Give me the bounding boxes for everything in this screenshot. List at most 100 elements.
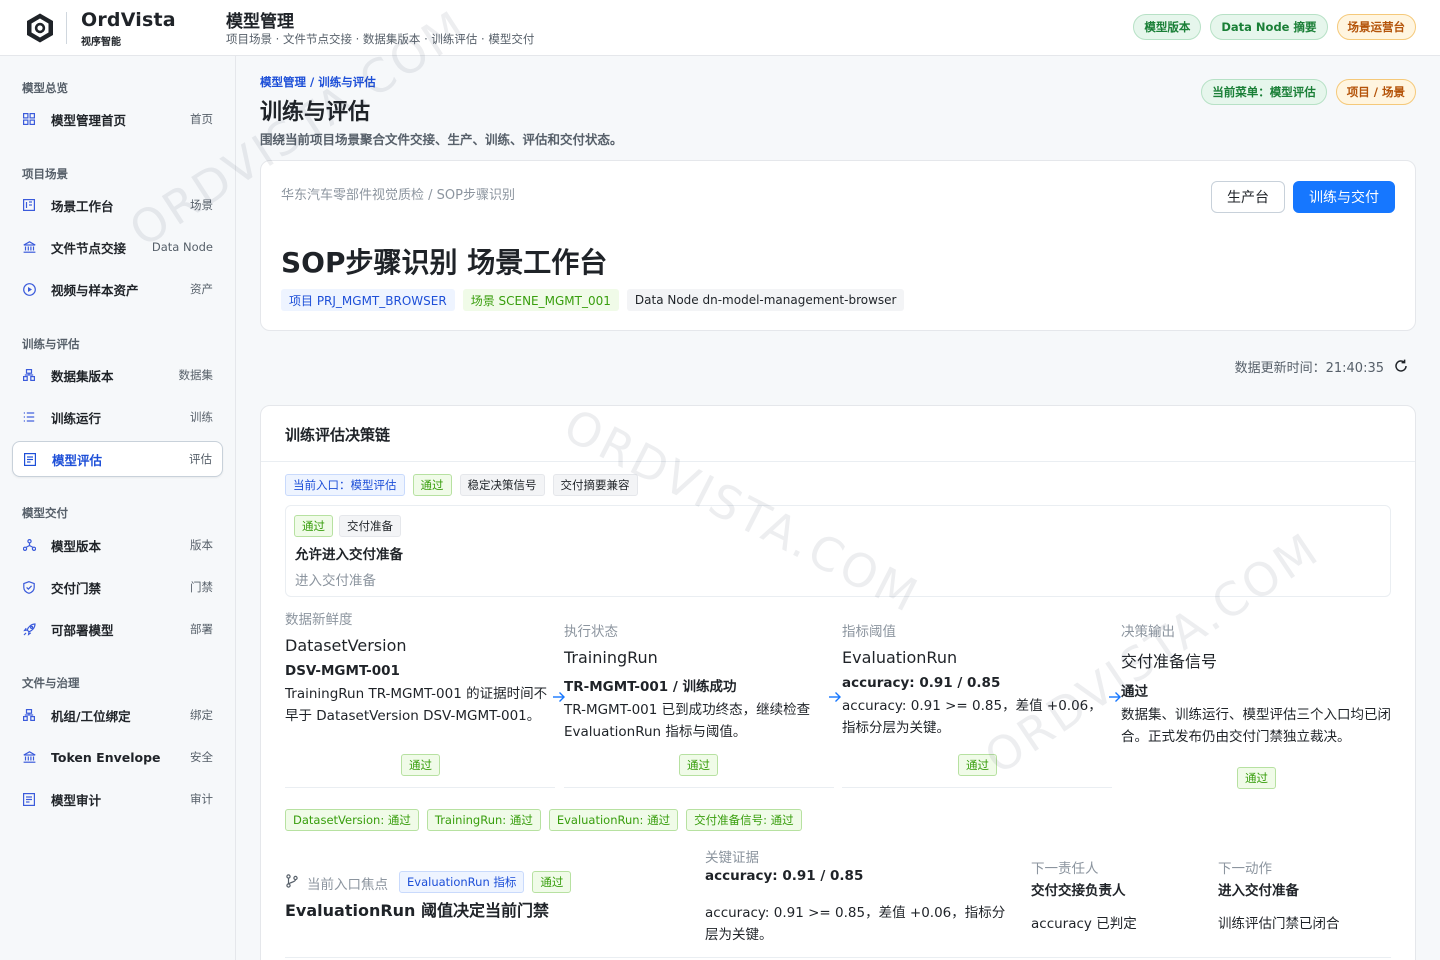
header-pill-group: 当前菜单：模型评估 项目 / 场景 [1201, 79, 1416, 105]
sidebar-item-delivery-gate[interactable]: 交付门禁 门禁 [12, 569, 223, 605]
pill-data-node-summary[interactable]: Data Node 摘要 [1210, 14, 1328, 40]
pill-scene-console[interactable]: 场景运营台 [1336, 14, 1416, 40]
stage-label: 决策输出 [1121, 624, 1175, 640]
stage-name: 交付准备信号 [1121, 652, 1218, 671]
sidebar: 模型总览 模型管理首页 首页 项目场景 场景工作台 场景 文件节点交接 Data… [0, 56, 236, 960]
owner-value: 交付交接负责人 [1031, 883, 1126, 899]
refresh-icon[interactable] [1393, 358, 1409, 374]
status-chip: 通过 [532, 871, 572, 893]
current-menu-pill[interactable]: 当前菜单：模型评估 [1201, 79, 1327, 105]
stage-name: EvaluationRun [842, 648, 958, 667]
sidebar-item-label: 机组/工位绑定 [51, 708, 131, 724]
sidebar-item-label: 模型审计 [51, 792, 102, 808]
scene-tag: 场景 SCENE_MGMT_001 [462, 289, 619, 311]
sidebar-group-label: 项目场景 [22, 167, 68, 181]
train-deliver-button[interactable]: 训练与交付 [1293, 181, 1395, 213]
evidence-value: accuracy: 0.91 / 0.85 [705, 868, 864, 884]
sidebar-item-tag: 数据集 [178, 368, 214, 382]
top-pill-group: 模型版本 Data Node 摘要 场景运营台 [1133, 14, 1416, 40]
compat-chip: 交付摘要兼容 [552, 474, 638, 496]
decision-chain-title: 训练评估决策链 [285, 426, 391, 444]
sidebar-item-model-home[interactable]: 模型管理首页 首页 [12, 101, 223, 137]
sidebar-item-model-audit[interactable]: 模型审计 审计 [12, 781, 223, 817]
station-icon [22, 708, 36, 722]
evaluation-icon [23, 452, 37, 466]
sidebar-item-label: 模型管理首页 [51, 112, 127, 128]
sidebar-item-label: Token Envelope [51, 749, 161, 765]
focus-chip-row: EvaluationRun 指标 通过 [399, 871, 572, 893]
rocket-icon [22, 622, 36, 636]
stage-status-chip: 通过 [401, 754, 440, 776]
workbench-icon [22, 198, 36, 212]
sidebar-item-label: 模型评估 [52, 452, 103, 468]
sidebar-item-tag: 绑定 [190, 708, 213, 722]
owner-label: 下一责任人 [1031, 861, 1099, 877]
sidebar-item-model-version[interactable]: 模型版本 版本 [12, 527, 223, 563]
delivery-prep-chip: 交付准备 [339, 515, 401, 537]
focus-divider [285, 957, 1391, 958]
sidebar-item-video-assets[interactable]: 视频与样本资产 资产 [12, 271, 223, 307]
sidebar-item-label: 视频与样本资产 [51, 282, 139, 298]
stage-delivery-signal: 决策输出 交付准备信号 通过 数据集、训练运行、模型评估三个入口均已闭合。正式发… [1121, 620, 1391, 748]
branch-icon [286, 874, 298, 888]
summary-chip: 交付准备信号: 通过 [686, 809, 802, 831]
sidebar-item-training-run[interactable]: 训练运行 训练 [12, 399, 223, 435]
top-bar: OrdVista 视序智能 模型管理 项目场景 · 文件节点交接 · 数据集版本… [0, 0, 1440, 56]
sidebar-item-label: 文件节点交接 [51, 240, 127, 256]
decision-result-chips: 通过 交付准备 [294, 515, 401, 537]
shield-icon [22, 580, 36, 594]
cluster-icon [22, 538, 36, 552]
logo-icon [27, 13, 53, 43]
scene-card: 华东汽车零部件视觉质检 / SOP步骤识别 SOP步骤识别 场景工作台 生产台 … [260, 160, 1416, 331]
summary-chip: DatasetVersion: 通过 [285, 809, 419, 831]
app-title: 模型管理 [226, 12, 294, 32]
sidebar-item-dataset-version[interactable]: 数据集版本 数据集 [12, 357, 223, 393]
stage-status-chip: 通过 [958, 754, 997, 776]
production-button[interactable]: 生产台 [1211, 181, 1285, 213]
sidebar-group-label: 模型交付 [22, 506, 68, 520]
sidebar-item-file-node-handoff[interactable]: 文件节点交接 Data Node [12, 229, 223, 265]
decision-result-subtitle: 进入交付准备 [295, 573, 376, 589]
app-subtitle: 项目场景 · 文件节点交接 · 数据集版本 · 训练评估 · 模型交付 [226, 32, 535, 46]
bank-icon [22, 240, 36, 254]
breadcrumb[interactable]: 模型管理 / 训练与评估 [260, 74, 376, 90]
summary-chip: EvaluationRun: 通过 [548, 809, 679, 831]
stage-id: DSV-MGMT-001 [285, 663, 400, 679]
stage-status-chip: 通过 [679, 754, 718, 776]
sidebar-item-tag: 版本 [190, 538, 213, 552]
sidebar-item-tag: 安全 [190, 750, 213, 764]
audit-icon [22, 792, 36, 806]
sidebar-item-label: 可部署模型 [51, 622, 114, 638]
sidebar-item-tag: 部署 [190, 622, 213, 636]
sidebar-item-scene-workbench[interactable]: 场景工作台 场景 [12, 187, 223, 223]
update-time-label: 数据更新时间： [1234, 361, 1326, 376]
sidebar-item-model-evaluation[interactable]: 模型评估 评估 [12, 441, 223, 477]
brand-divider [66, 12, 67, 44]
decision-result-box: 通过 交付准备 允许进入交付准备 进入交付准备 [285, 505, 1391, 597]
brand-subtitle: 视序智能 [81, 37, 121, 48]
stage-divider [285, 787, 555, 788]
action-description: 训练评估门禁已闭合 [1218, 916, 1340, 932]
pill-model-version[interactable]: 模型版本 [1133, 14, 1202, 40]
scene-path: 华东汽车零部件视觉质检 / SOP步骤识别 [281, 188, 515, 203]
play-circle-icon [22, 282, 36, 296]
current-entry-chip: 当前入口：模型评估 [285, 474, 405, 496]
stage-label: 数据新鲜度 [285, 612, 353, 628]
sidebar-item-deployable-model[interactable]: 可部署模型 部署 [12, 611, 223, 647]
project-scene-pill[interactable]: 项目 / 场景 [1335, 79, 1416, 105]
stage-id: TR-MGMT-001 / 训练成功 [564, 679, 737, 695]
sidebar-item-station-binding[interactable]: 机组/工位绑定 绑定 [12, 697, 223, 733]
update-time-value: 21:40:35 [1325, 361, 1384, 376]
sidebar-item-token-envelope[interactable]: Token Envelope 安全 [12, 739, 223, 775]
stage-dataset-version: 数据新鲜度 DatasetVersion DSV-MGMT-001 Traini… [285, 608, 555, 727]
focus-metric-chip: EvaluationRun 指标 [399, 871, 525, 893]
stage-label: 执行状态 [564, 624, 618, 640]
stage-description: TR-MGMT-001 已到成功终态，继续检查 EvaluationRun 指标… [564, 702, 811, 740]
sidebar-item-tag: 审计 [190, 792, 213, 806]
list-icon [22, 410, 36, 424]
bank-icon [22, 750, 36, 764]
evidence-description: accuracy: 0.91 >= 0.85，差值 +0.06，指标分层为关键。 [705, 905, 1006, 943]
stage-description: 数据集、训练运行、模型评估三个入口均已闭合。正式发布仍由交付门禁独立裁决。 [1121, 707, 1391, 745]
status-chip: 通过 [412, 474, 452, 496]
decision-result-title: 允许进入交付准备 [295, 547, 403, 563]
